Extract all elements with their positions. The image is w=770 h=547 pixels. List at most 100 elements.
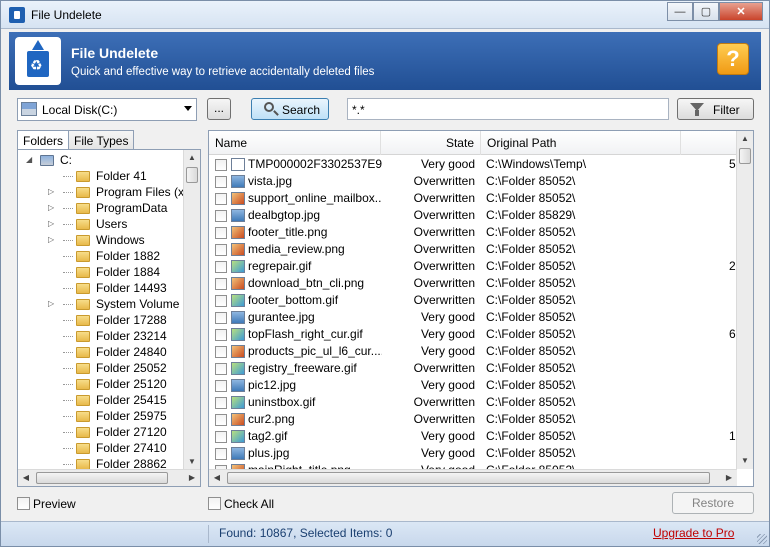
- tree-item[interactable]: Folder 1882: [18, 248, 184, 264]
- column-name[interactable]: Name: [209, 131, 381, 155]
- list-horizontal-scrollbar[interactable]: ◀ ▶: [209, 469, 737, 486]
- table-row[interactable]: footer_bottom.gif Overwritten C:\Folder 85…: [209, 292, 737, 309]
- scroll-up-icon[interactable]: ▲: [184, 150, 200, 166]
- table-row[interactable]: footer_title.png Overwritten C:\Folder 850…: [209, 224, 737, 241]
- column-state[interactable]: State: [381, 131, 481, 155]
- table-row[interactable]: vista.jpg Overwritten C:\Folder 85052\: [209, 173, 737, 190]
- table-row[interactable]: support_online_mailbox.... Overwritten C:\…: [209, 190, 737, 207]
- tree-item[interactable]: Folder 27410: [18, 440, 184, 456]
- row-checkbox[interactable]: [215, 278, 227, 290]
- close-button[interactable]: ✕: [719, 2, 763, 21]
- tree-item[interactable]: ▷ Users: [18, 216, 184, 232]
- row-checkbox[interactable]: [215, 295, 227, 307]
- drive-select[interactable]: Local Disk(C:): [17, 98, 197, 121]
- tree-item[interactable]: Folder 14493: [18, 280, 184, 296]
- tree-item[interactable]: Folder 25052: [18, 360, 184, 376]
- tab-file-types[interactable]: File Types: [68, 130, 135, 150]
- scroll-up-icon[interactable]: ▲: [737, 131, 753, 147]
- table-row[interactable]: regrepair.gif Overwritten C:\Folder 85052\…: [209, 258, 737, 275]
- tree-item[interactable]: Folder 27120: [18, 424, 184, 440]
- filter-input[interactable]: *.*: [347, 98, 669, 120]
- table-row[interactable]: topFlash_right_cur.gif Very good C:\Folder…: [209, 326, 737, 343]
- row-checkbox[interactable]: [215, 380, 227, 392]
- tree-connector: [63, 320, 73, 321]
- table-row[interactable]: TMP000002F3302537E9... Very good C:\Window…: [209, 156, 737, 173]
- row-checkbox[interactable]: [215, 210, 227, 222]
- row-checkbox[interactable]: [215, 414, 227, 426]
- row-checkbox[interactable]: [215, 244, 227, 256]
- column-extra[interactable]: [681, 131, 737, 155]
- preview-checkbox[interactable]: [17, 497, 30, 510]
- tree-item[interactable]: Folder 1884: [18, 264, 184, 280]
- restore-button[interactable]: Restore: [672, 492, 754, 514]
- tree-item[interactable]: Folder 25975: [18, 408, 184, 424]
- row-checkbox[interactable]: [215, 329, 227, 341]
- tree-item[interactable]: ▷ System Volume Inform: [18, 296, 184, 312]
- tree-item[interactable]: Folder 23214: [18, 328, 184, 344]
- scroll-right-icon[interactable]: ▶: [721, 470, 737, 486]
- minimize-button[interactable]: —: [667, 2, 693, 21]
- row-checkbox[interactable]: [215, 193, 227, 205]
- scroll-down-icon[interactable]: ▼: [737, 453, 753, 469]
- scroll-down-icon[interactable]: ▼: [184, 454, 200, 470]
- row-checkbox[interactable]: [215, 261, 227, 273]
- scroll-thumb[interactable]: [186, 167, 198, 183]
- expand-icon[interactable]: ◢: [26, 152, 32, 168]
- expand-icon[interactable]: ▷: [48, 200, 54, 216]
- row-checkbox[interactable]: [215, 346, 227, 358]
- tree-item[interactable]: Folder 25120: [18, 376, 184, 392]
- maximize-button[interactable]: ▢: [693, 2, 719, 21]
- expand-icon[interactable]: ▷: [48, 216, 54, 232]
- browse-button[interactable]: ...: [207, 98, 231, 120]
- table-row[interactable]: uninstbox.gif Overwritten C:\Folder 85052\: [209, 394, 737, 411]
- column-original-path[interactable]: Original Path: [481, 131, 681, 155]
- table-row[interactable]: tag2.gif Very good C:\Folder 85052\ 1: [209, 428, 737, 445]
- table-row[interactable]: plus.jpg Very good C:\Folder 85052\: [209, 445, 737, 462]
- expand-icon[interactable]: ▷: [48, 184, 54, 200]
- tree-item[interactable]: Folder 25415: [18, 392, 184, 408]
- tree-item-label: Folder 25052: [96, 361, 167, 375]
- row-checkbox[interactable]: [215, 363, 227, 375]
- row-checkbox[interactable]: [215, 448, 227, 460]
- row-checkbox[interactable]: [215, 227, 227, 239]
- table-row[interactable]: products_pic_ul_l6_cur.... Very good C:\Fo…: [209, 343, 737, 360]
- tree-item[interactable]: ▷ Program Files (x86): [18, 184, 184, 200]
- expand-icon[interactable]: ▷: [48, 296, 54, 312]
- search-button[interactable]: Search: [251, 98, 329, 120]
- tree-item[interactable]: Folder 24840: [18, 344, 184, 360]
- tree-item[interactable]: ▷ Windows: [18, 232, 184, 248]
- title-bar[interactable]: File Undelete — ▢ ✕: [1, 1, 769, 29]
- tree-item[interactable]: Folder 41: [18, 168, 184, 184]
- table-row[interactable]: pic12.jpg Very good C:\Folder 85052\: [209, 377, 737, 394]
- tree-item[interactable]: Folder 17288: [18, 312, 184, 328]
- list-vertical-scrollbar[interactable]: ▲ ▼: [736, 131, 753, 469]
- table-row[interactable]: gurantee.jpg Very good C:\Folder 85052\: [209, 309, 737, 326]
- table-row[interactable]: dealbgtop.jpg Overwritten C:\Folder 85829\: [209, 207, 737, 224]
- scroll-left-icon[interactable]: ◀: [209, 470, 225, 486]
- scroll-left-icon[interactable]: ◀: [18, 470, 34, 486]
- scroll-right-icon[interactable]: ▶: [184, 470, 200, 486]
- row-checkbox[interactable]: [215, 176, 227, 188]
- tab-folders[interactable]: Folders: [17, 130, 70, 151]
- row-checkbox[interactable]: [215, 312, 227, 324]
- row-checkbox[interactable]: [215, 431, 227, 443]
- upgrade-link[interactable]: Upgrade to Pro: [653, 526, 734, 540]
- table-row[interactable]: media_review.png Overwritten C:\Folder 850…: [209, 241, 737, 258]
- row-checkbox[interactable]: [215, 159, 227, 171]
- scroll-thumb[interactable]: [739, 148, 751, 164]
- table-row[interactable]: registry_freeware.gif Overwritten C:\Folde…: [209, 360, 737, 377]
- help-button[interactable]: ?: [717, 43, 749, 75]
- filter-button[interactable]: Filter: [677, 98, 754, 120]
- resize-grip-icon[interactable]: [757, 534, 767, 544]
- scroll-thumb[interactable]: [227, 472, 710, 484]
- check-all-checkbox[interactable]: [208, 497, 221, 510]
- tree-horizontal-scrollbar[interactable]: ◀ ▶: [18, 469, 200, 486]
- table-row[interactable]: cur2.png Overwritten C:\Folder 85052\: [209, 411, 737, 428]
- tree-item[interactable]: ◢ C:: [18, 152, 184, 168]
- tree-vertical-scrollbar[interactable]: ▲ ▼: [183, 150, 200, 470]
- scroll-thumb[interactable]: [36, 472, 168, 484]
- row-checkbox[interactable]: [215, 397, 227, 409]
- table-row[interactable]: download_btn_cli.png Overwritten C:\Folder…: [209, 275, 737, 292]
- expand-icon[interactable]: ▷: [48, 232, 54, 248]
- tree-item[interactable]: ▷ ProgramData: [18, 200, 184, 216]
